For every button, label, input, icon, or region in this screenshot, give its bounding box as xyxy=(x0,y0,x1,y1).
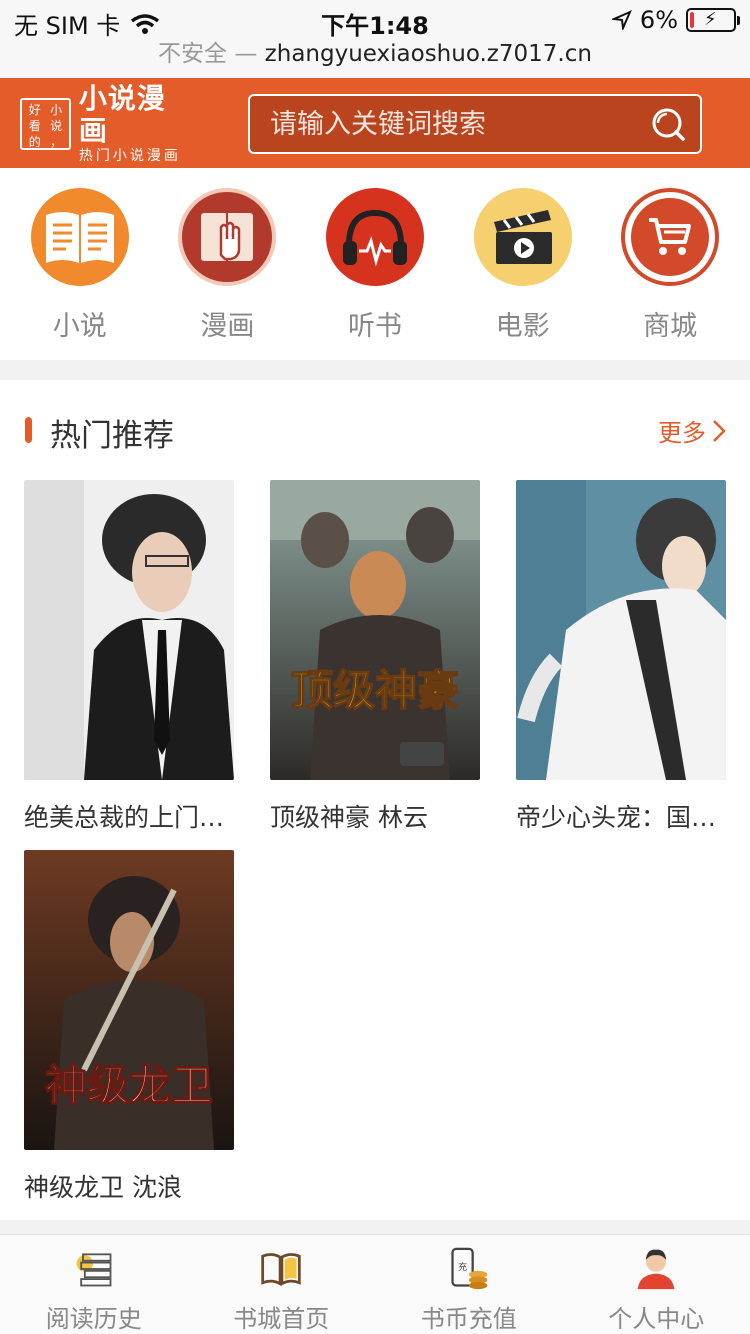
more-link[interactable]: 更多 xyxy=(658,413,726,448)
user-avatar-icon xyxy=(637,1249,675,1290)
more-label: 更多 xyxy=(658,419,706,447)
cover-title: 顶级神豪 xyxy=(291,666,459,715)
battery-percent: 6% xyxy=(639,6,678,34)
section-title: 热门推荐 xyxy=(50,418,174,454)
open-book-icon xyxy=(261,1253,301,1287)
book-card[interactable]: 绝美总裁的上门… xyxy=(24,480,234,834)
status-bar: 无 SIM 卡 下午1:48 6% ⚡ xyxy=(0,0,750,40)
shopping-cart-icon xyxy=(621,188,720,286)
search-box[interactable] xyxy=(248,94,702,154)
history-books-icon xyxy=(76,1253,112,1287)
nav-label: 阅读历史 xyxy=(45,1305,142,1333)
chevron-right-icon xyxy=(713,419,726,442)
url-domain: zhangyuexiaoshuo.z7017.cn xyxy=(264,41,592,67)
site-logo[interactable]: 好 小 看 说 的 ， 小说漫画 热门小说漫画 xyxy=(20,83,192,164)
open-book-icon xyxy=(30,188,129,286)
category-label: 电影 xyxy=(495,311,550,342)
logo-mark: 好 小 看 说 的 ， xyxy=(20,98,71,150)
location-arrow-icon xyxy=(611,10,632,30)
url-separator: — xyxy=(234,41,258,67)
book-title: 帝少心头宠：国… xyxy=(516,803,717,832)
book-card[interactable]: 顶级神豪 顶级神豪 林云 xyxy=(270,480,480,834)
book-cover[interactable]: 顶级神豪 xyxy=(270,480,480,780)
nav-label: 书币充值 xyxy=(420,1305,517,1333)
category-grid: 小说 漫画 听书 电影 商城 xyxy=(0,168,750,360)
svg-text:充: 充 xyxy=(458,1261,467,1273)
book-card[interactable]: 帝少心头宠：国… xyxy=(516,480,726,834)
book-cover[interactable] xyxy=(24,480,234,780)
category-novel[interactable]: 小说 xyxy=(20,168,140,360)
nav-label: 个人中心 xyxy=(608,1305,705,1333)
book-title: 绝美总裁的上门… xyxy=(24,803,225,832)
phone-coins-icon: 充 xyxy=(451,1247,488,1290)
category-comic[interactable]: 漫画 xyxy=(167,168,287,360)
bottom-nav: 阅读历史 书城首页 充 书币充值 个人中心 xyxy=(0,1234,750,1334)
book-cover[interactable] xyxy=(516,480,726,780)
category-movie[interactable]: 电影 xyxy=(463,168,583,360)
book-cover[interactable]: 神级龙卫 xyxy=(24,850,234,1150)
category-label: 商城 xyxy=(643,311,698,342)
nav-label: 书城首页 xyxy=(233,1305,330,1333)
section-accent xyxy=(25,417,32,443)
book-title: 神级龙卫 沈浪 xyxy=(24,1173,182,1202)
nav-coin-recharge[interactable]: 充 书币充值 xyxy=(375,1235,563,1334)
category-label: 听书 xyxy=(347,311,402,342)
book-title: 顶级神豪 林云 xyxy=(270,803,428,832)
nav-reading-history[interactable]: 阅读历史 xyxy=(0,1235,188,1334)
clapperboard-icon xyxy=(473,188,572,286)
logo-subtitle: 热门小说漫画 xyxy=(78,148,181,164)
header: 好 小 看 说 的 ， 小说漫画 热门小说漫画 xyxy=(0,78,750,168)
category-audiobook[interactable]: 听书 xyxy=(315,168,435,360)
category-label: 漫画 xyxy=(200,311,255,342)
url-bar[interactable]: 不安全 — zhangyuexiaoshuo.z7017.cn xyxy=(0,40,750,78)
headphones-icon xyxy=(325,188,424,286)
comic-hand-icon xyxy=(178,188,277,286)
logo-title: 小说漫画 xyxy=(78,82,166,147)
nav-personal-center[interactable]: 个人中心 xyxy=(563,1235,750,1334)
book-card[interactable]: 神级龙卫 神级龙卫 沈浪 xyxy=(24,850,234,1204)
category-label: 小说 xyxy=(52,311,107,342)
category-shop[interactable]: 商城 xyxy=(610,168,730,360)
search-icon[interactable] xyxy=(650,106,686,142)
hot-recommend-section: 热门推荐 更多 绝美总裁的上门… 顶级神豪 顶级神豪 林云 帝少心头宠：国… 神… xyxy=(0,380,750,1220)
security-label: 不安全 xyxy=(158,41,228,67)
battery-icon: ⚡ xyxy=(686,8,740,32)
nav-bookstore-home[interactable]: 书城首页 xyxy=(188,1235,376,1334)
search-input[interactable] xyxy=(270,104,630,144)
cover-title: 神级龙卫 xyxy=(45,1061,213,1110)
